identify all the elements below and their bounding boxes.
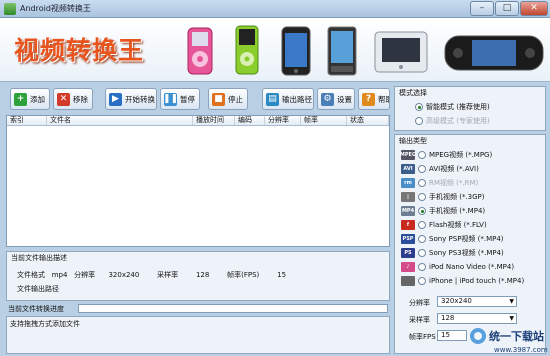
table-header: 索引 文件名 播放时间 编码 分辨率 帧率 状态 xyxy=(7,116,389,126)
app-logo: 视频转换王 xyxy=(14,36,145,65)
fps-value: 15 xyxy=(277,271,287,279)
watermark-text: 统一下载站 xyxy=(489,329,544,343)
mode-select-title: 模式选择 xyxy=(399,89,427,97)
add-button[interactable]: + 添加 xyxy=(10,88,50,110)
ipod-nano-icon: ♪ xyxy=(401,262,415,272)
column-header-duration[interactable]: 播放时间 xyxy=(193,116,235,125)
iphone-icon xyxy=(281,26,311,76)
ipod-green-icon xyxy=(235,25,259,75)
pause-icon: ❚❚ xyxy=(162,92,179,106)
maximize-button[interactable]: □ xyxy=(495,1,519,16)
output-description-panel: 当前文件输出描述 文件格式 mp4 分辨率 320x240 采样率 128 帧率… xyxy=(6,251,390,301)
output-mp4-radio[interactable]: MP4 手机视频 (*.MP4) xyxy=(401,206,485,216)
output-psp-radio[interactable]: PSP Sony PSP视频 (*.MP4) xyxy=(401,234,504,244)
psp-icon: PSP xyxy=(401,234,415,244)
stop-icon: ■ xyxy=(212,92,225,106)
mobile-3gp-icon: ▯ xyxy=(401,192,415,202)
output-mpeg-radio[interactable]: MPEG MPEG视频 (*.MPG) xyxy=(399,150,492,160)
output-3gp-radio[interactable]: ▯ 手机视频 (*.3GP) xyxy=(401,192,485,202)
remove-button[interactable]: ✕ 移除 xyxy=(53,88,93,110)
format-value: mp4 xyxy=(51,271,68,279)
pause-button[interactable]: ❚❚ 暂停 xyxy=(160,88,200,110)
app-banner: 视频转换王 xyxy=(0,18,550,82)
remove-icon: ✕ xyxy=(57,92,70,106)
close-button[interactable]: ✕ xyxy=(520,1,548,16)
help-icon: ? xyxy=(362,92,375,106)
progress-label: 当前文件转换进度 xyxy=(8,305,64,313)
watermark-url: www.3987.com xyxy=(494,346,548,354)
rm-icon: rm xyxy=(401,178,415,188)
gear-icon: ⚙ xyxy=(321,92,334,106)
flash-icon: f xyxy=(401,220,415,230)
mpeg-icon: MPEG xyxy=(399,150,417,160)
output-ps3-radio[interactable]: PS Sony PS3视频 (*.MP4) xyxy=(401,248,504,258)
avi-icon: AVI xyxy=(401,164,415,174)
folder-icon: ▤ xyxy=(266,92,279,106)
mode-smart-radio[interactable]: 智能模式 (推荐使用) xyxy=(415,102,490,112)
output-description-format-row: 文件格式 mp4 分辨率 320x240 采样率 128 帧率(FPS) 15 xyxy=(17,271,287,279)
status-area: 支持拖拽方式添加文件 xyxy=(6,316,390,354)
output-flv-radio[interactable]: f Flash视频 (*.FLV) xyxy=(401,220,487,230)
column-header-filename[interactable]: 文件名 xyxy=(47,116,193,125)
output-type-title: 输出类型 xyxy=(399,137,427,145)
output-avi-radio[interactable]: AVI AVI视频 (*.AVI) xyxy=(401,164,479,174)
android-phone-icon xyxy=(327,26,357,76)
radio-icon xyxy=(418,221,426,229)
fps-label: 帧率FPS xyxy=(409,333,436,341)
help-button[interactable]: ?帮助 xyxy=(358,88,390,110)
output-type-panel: 输出类型 MPEG MPEG视频 (*.MPG) AVI AVI视频 (*.AVI)… xyxy=(394,134,546,354)
title-bar: Android视频转换王 – □ ✕ xyxy=(0,0,550,18)
conversion-progress-bar xyxy=(78,304,388,313)
minimize-button[interactable]: – xyxy=(470,1,494,16)
mp4-icon: MP4 xyxy=(401,206,415,216)
output-iphone-radio[interactable]: iPhone | iPod touch (*.MP4) xyxy=(401,276,524,286)
column-header-framerate[interactable]: 帧率 xyxy=(301,116,347,125)
convert-icon: ▶ xyxy=(109,92,122,106)
start-convert-button[interactable]: ▶ 开始转换 xyxy=(105,88,157,110)
radio-icon xyxy=(418,165,426,173)
mode-advanced-radio: 高级模式 (专家使用) xyxy=(415,116,490,126)
radio-icon xyxy=(418,207,426,215)
bitrate-value: 128 xyxy=(195,271,210,279)
radio-icon xyxy=(415,117,423,125)
resolution-select[interactable]: 320x240 ▼ xyxy=(437,296,517,307)
radio-icon xyxy=(418,179,426,187)
toolbar: +添加 ✕移除 ▶开始转换 ❚❚暂停 ■停止 ▤输出路径 ⚙设置 ?帮助 xyxy=(6,86,390,112)
column-header-status[interactable]: 状态 xyxy=(347,116,389,125)
resolution-label: 分辨率 xyxy=(409,299,430,307)
radio-icon xyxy=(418,151,426,159)
radio-icon xyxy=(418,263,426,271)
psp-icon xyxy=(444,35,544,71)
fps-select[interactable]: 15 xyxy=(437,330,467,341)
column-header-resolution[interactable]: 分辨率 xyxy=(265,116,301,125)
ps3-icon: PS xyxy=(401,248,415,258)
file-list-table[interactable]: 索引 文件名 播放时间 编码 分辨率 帧率 状态 xyxy=(6,115,390,247)
apple-icon xyxy=(401,276,415,286)
output-path-button[interactable]: ▤ 输出路径 xyxy=(262,88,314,110)
ipod-nano-pink-icon xyxy=(187,27,213,75)
status-text: 支持拖拽方式添加文件 xyxy=(10,320,80,328)
app-icon xyxy=(4,3,16,15)
settings-button[interactable]: ⚙ 设置 xyxy=(317,88,355,110)
dvd-player-icon xyxy=(374,31,428,73)
output-ipod-nano-radio[interactable]: ♪ iPod Nano Video (*.MP4) xyxy=(401,262,514,272)
site-watermark: 统一下载站 www.3987.com xyxy=(470,328,548,354)
radio-icon xyxy=(418,235,426,243)
stop-button[interactable]: ■ 停止 xyxy=(208,88,248,110)
column-header-index[interactable]: 索引 xyxy=(7,116,47,125)
plus-icon: + xyxy=(14,92,27,106)
resolution-value: 320x240 xyxy=(108,271,140,279)
output-path-label: 文件输出路径 xyxy=(17,285,59,293)
chevron-down-icon: ▼ xyxy=(509,298,514,305)
output-rm-radio: rm RM视频 (*.RM) xyxy=(401,178,478,188)
radio-icon xyxy=(418,277,426,285)
column-header-codec[interactable]: 编码 xyxy=(235,116,265,125)
radio-icon xyxy=(418,249,426,257)
mode-select-panel: 模式选择 智能模式 (推荐使用) 高级模式 (专家使用) xyxy=(394,86,546,131)
output-description-title: 当前文件输出描述 xyxy=(11,254,67,262)
radio-icon xyxy=(415,103,423,111)
radio-icon xyxy=(418,193,426,201)
bitrate-label: 采样率 xyxy=(409,316,430,324)
window-title: Android视频转换王 xyxy=(20,4,91,13)
